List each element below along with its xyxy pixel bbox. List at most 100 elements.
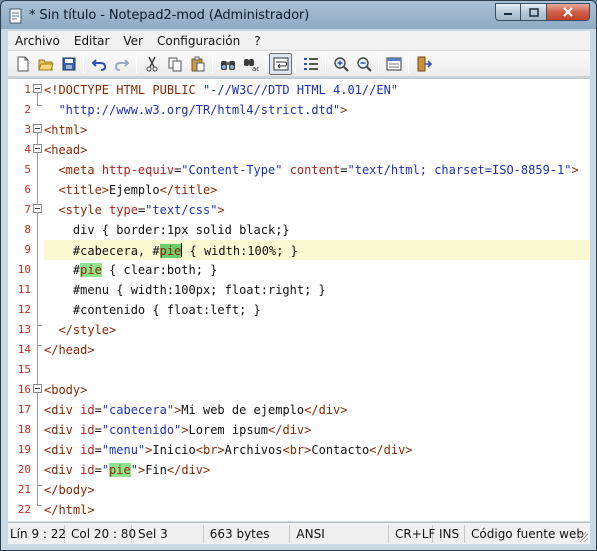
- close-button[interactable]: [547, 3, 590, 21]
- word-wrap-button[interactable]: [269, 52, 292, 75]
- line-text[interactable]: <title>Ejemplo</title>: [44, 180, 590, 200]
- line-text[interactable]: <head>: [44, 140, 590, 160]
- menu-editar[interactable]: Editar: [67, 34, 117, 48]
- line-text[interactable]: <html>: [44, 120, 590, 140]
- line-text[interactable]: </body>: [44, 480, 590, 500]
- status-insert-mode[interactable]: INS: [433, 524, 466, 543]
- resize-grip-icon[interactable]: [578, 532, 588, 542]
- line-text[interactable]: <style type="text/css">: [44, 200, 590, 220]
- line-numbers-button[interactable]: [299, 53, 322, 75]
- redo-button[interactable]: [110, 53, 133, 75]
- code-line[interactable]: 5 <meta http-equiv = "Content-Type" conten…: [8, 160, 590, 180]
- code-line[interactable]: 3 <html>: [8, 120, 590, 140]
- code-token: id: [80, 463, 95, 477]
- code-token: <br>: [282, 443, 312, 457]
- code-line[interactable]: 2 "http://www.w3.org/TR/html4/strict.dtd…: [8, 100, 590, 120]
- code-token: </body>: [44, 483, 95, 497]
- status-bar: Lín 9 : 22 Col 20 : 80 Sel 3 663 bytes A…: [8, 522, 590, 544]
- editor-area[interactable]: 1 <!DOCTYPE HTML PUBLIC "-//W3C//DTD HTML…: [8, 78, 590, 521]
- code-token: ": [101, 463, 110, 477]
- close-icon: [563, 7, 573, 17]
- code-line[interactable]: 8 div { border:1px solid black;}: [8, 220, 590, 240]
- save-file-button[interactable]: [57, 53, 80, 75]
- code-token: <html>: [44, 123, 88, 137]
- menu-bar: Archivo Editar Ver Configuración ?: [8, 31, 590, 51]
- status-selection: Sel 3: [132, 524, 204, 543]
- paste-button[interactable]: [186, 53, 209, 75]
- line-text[interactable]: </style>: [44, 320, 590, 340]
- code-line[interactable]: 18 <div id="contenido">Lorem ipsum</div>: [8, 420, 590, 440]
- line-number: 8: [24, 223, 31, 236]
- code-line[interactable]: 17 <div id="cabecera">Mi web de ejemplo</…: [8, 400, 590, 420]
- zoom-out-button[interactable]: [352, 53, 375, 75]
- maximize-button[interactable]: [521, 3, 547, 21]
- line-text[interactable]: div { border:1px solid black;}: [44, 220, 590, 240]
- code-line[interactable]: 12 #contenido { float:left; }: [8, 300, 590, 320]
- code-token: <title>: [58, 183, 110, 197]
- line-text[interactable]: <div id="menu">Inicio<br>Archivos<br>Con…: [44, 440, 590, 460]
- code-line[interactable]: 13 </style>: [8, 320, 590, 340]
- menu-ver[interactable]: Ver: [116, 34, 150, 48]
- line-text[interactable]: #contenido { float:left; }: [44, 300, 590, 320]
- exit-button[interactable]: [412, 53, 435, 75]
- open-file-button[interactable]: [34, 53, 57, 75]
- code-line[interactable]: 16 <body>: [8, 380, 590, 400]
- status-line-endings[interactable]: CR+LF: [389, 524, 435, 543]
- menu-help[interactable]: ?: [247, 34, 267, 48]
- menu-configuracion[interactable]: Configuración: [150, 34, 247, 48]
- line-text[interactable]: <!DOCTYPE HTML PUBLIC "-//W3C//DTD HTML …: [44, 80, 590, 100]
- line-text[interactable]: <div id="pie">Fin</div>: [44, 460, 590, 480]
- zoom-in-button[interactable]: [329, 53, 352, 75]
- code-token: </div>: [304, 403, 348, 417]
- code-line[interactable]: 11 #menu { width:100px; float:right; }: [8, 280, 590, 300]
- line-text[interactable]: #pie { clear:both; }: [44, 260, 590, 280]
- code-line[interactable]: 9 #cabecera, #pie { width:100%; }: [8, 240, 590, 260]
- line-text[interactable]: <meta http-equiv="Content-Type" content=…: [44, 160, 590, 180]
- settings-button[interactable]: [382, 53, 405, 75]
- code-line[interactable]: 20 <div id="pie">Fin</div>: [8, 460, 590, 480]
- code-line[interactable]: 19 <div id="menu">Inicio<br>Archivos<br>C…: [8, 440, 590, 460]
- code-line[interactable]: 14 </head>: [8, 340, 590, 360]
- line-text[interactable]: #cabecera, #pie { width:100%; }: [44, 240, 590, 260]
- zoom-out-icon: [356, 56, 372, 72]
- title-bar[interactable]: * Sin título - Notepad2-mod (Administrad…: [1, 1, 596, 31]
- redo-icon: [114, 58, 129, 71]
- code-token: Inicio: [152, 443, 196, 457]
- line-text[interactable]: "http://www.w3.org/TR/html4/strict.dtd">: [44, 100, 590, 120]
- menu-archivo[interactable]: Archivo: [8, 34, 67, 48]
- code-line[interactable]: 15: [8, 360, 590, 380]
- code-line[interactable]: 7 <style type="text/css">: [8, 200, 590, 220]
- save-icon: [62, 57, 75, 70]
- status-encoding[interactable]: ANSI: [290, 524, 390, 543]
- replace-button[interactable]: ac: [239, 53, 262, 75]
- status-syntax-scheme[interactable]: Código fuente web: [465, 525, 590, 543]
- code-token: "text/css": [145, 203, 218, 217]
- code-token: "cabecera": [101, 403, 175, 417]
- line-text[interactable]: <div id="contenido">Lorem ipsum</div>: [44, 420, 590, 440]
- code-line[interactable]: 22 </html>: [8, 500, 590, 520]
- find-button[interactable]: [216, 53, 239, 75]
- open-folder-icon: [37, 59, 54, 70]
- new-file-button[interactable]: [11, 53, 34, 75]
- undo-button[interactable]: [87, 53, 110, 75]
- code-line[interactable]: 10 #pie { clear:both; }: [8, 260, 590, 280]
- maximize-icon: [528, 7, 539, 17]
- code-token: =: [94, 463, 102, 477]
- copy-button[interactable]: [163, 53, 186, 75]
- cut-button[interactable]: [140, 53, 163, 75]
- undo-icon: [91, 58, 106, 71]
- line-text[interactable]: <body>: [44, 380, 590, 400]
- line-text[interactable]: <div id="cabecera">Mi web de ejemplo</di…: [44, 400, 590, 420]
- line-text[interactable]: #menu { width:100px; float:right; }: [44, 280, 590, 300]
- line-text[interactable]: </html>: [44, 500, 590, 520]
- line-text[interactable]: </head>: [44, 340, 590, 360]
- caption-buttons: [495, 3, 590, 21]
- line-text[interactable]: [44, 360, 590, 380]
- code-line[interactable]: 6 <title>Ejemplo</title>: [8, 180, 590, 200]
- code-line[interactable]: 4 <head>: [8, 140, 590, 160]
- code-line[interactable]: 1 <!DOCTYPE HTML PUBLIC "-//W3C//DTD HTML…: [8, 80, 590, 100]
- code-line[interactable]: 21 </body>: [8, 480, 590, 500]
- minimize-button[interactable]: [495, 3, 521, 21]
